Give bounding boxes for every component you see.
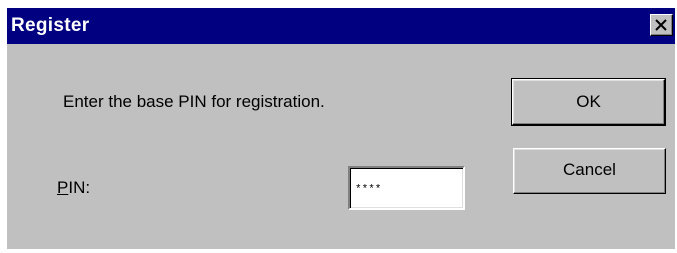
pin-label-text: IN: bbox=[68, 178, 91, 197]
window-title: Register bbox=[11, 15, 90, 36]
pin-label: PIN: bbox=[57, 178, 90, 198]
cancel-button[interactable]: Cancel bbox=[513, 148, 666, 194]
close-button[interactable] bbox=[650, 14, 673, 36]
close-icon bbox=[655, 19, 667, 31]
pin-label-mnemonic: P bbox=[57, 178, 69, 197]
register-dialog: Register Enter the base PIN for registra… bbox=[7, 8, 675, 249]
ok-button[interactable]: OK bbox=[511, 78, 666, 126]
prompt-text: Enter the base PIN for registration. bbox=[63, 92, 325, 111]
title-bar[interactable]: Register bbox=[7, 8, 675, 44]
pin-input[interactable] bbox=[348, 166, 465, 210]
